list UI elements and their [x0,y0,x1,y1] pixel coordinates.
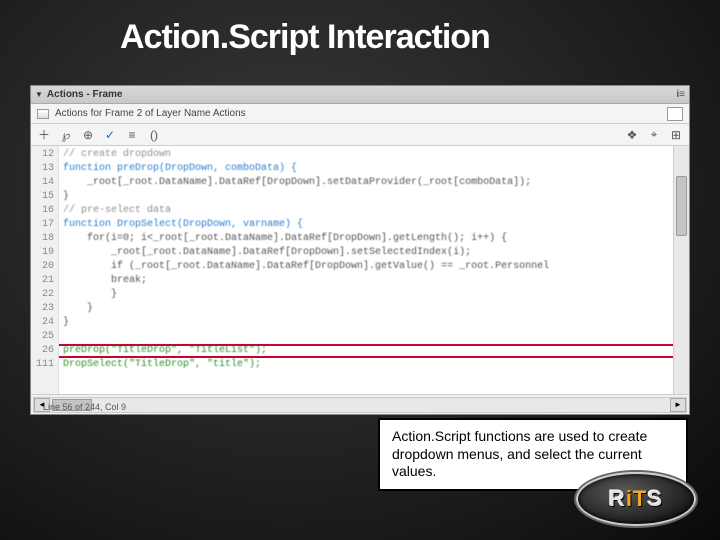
line-number: 23 [31,302,54,316]
line-number: 19 [31,246,54,260]
code-line[interactable]: break; [63,274,673,288]
hscroll-right-icon[interactable]: ► [670,398,686,412]
code-line[interactable]: } [63,288,673,302]
script-path-label: Actions for Frame 2 of Layer Name Action… [55,108,246,119]
scrollbar-thumb[interactable] [676,176,687,236]
code-line[interactable]: for(i=0; i<_root[_root.DataName].DataRef… [63,232,673,246]
panel-menu-icon[interactable]: i≡ [676,89,685,100]
line-number: 13 [31,162,54,176]
code-lines[interactable]: // create dropdownfunction preDrop(DropD… [59,146,673,394]
script-path-bar: Actions for Frame 2 of Layer Name Action… [31,104,689,124]
line-number: 17 [31,218,54,232]
help-icon[interactable]: ⊞ [669,128,683,142]
line-number: 111 [31,358,54,372]
code-line[interactable]: DropSelect("TitleDrop", "title"); [63,358,673,372]
line-number: 12 [31,148,54,162]
collapse-arrow-icon[interactable]: ▼ [35,90,43,99]
target-icon[interactable]: ⊕ [81,128,95,142]
actions-toolbar: ＋ ℘ ⊕ ✓ ≡ () ❖ ⌖ ⊞ [31,124,689,146]
rits-logo: RiTS [576,472,696,526]
code-line[interactable]: } [63,190,673,204]
wand-icon[interactable]: ℘ [59,128,73,142]
check-icon[interactable]: ✓ [103,128,117,142]
line-number: 16 [31,204,54,218]
cursor-status: Line 56 of 244, Col 9 [35,402,134,412]
line-number: 20 [31,260,54,274]
line-number: 14 [31,176,54,190]
code-line[interactable]: } [63,316,673,330]
code-line[interactable]: // pre-select data [63,204,673,218]
code-line[interactable]: } [63,302,673,316]
logo-text: RiTS [576,472,696,526]
code-line[interactable] [63,330,673,344]
line-number: 15 [31,190,54,204]
code-line[interactable]: _root[_root.DataName].DataRef[DropDown].… [63,246,673,260]
slide-title: Action.Script Interaction [120,18,490,57]
panel-title: Actions - Frame [47,89,123,100]
line-number: 18 [31,232,54,246]
line-number: 26 [31,344,54,358]
vertical-scrollbar[interactable] [673,146,689,394]
code-line[interactable]: if (_root[_root.DataName].DataRef[DropDo… [63,260,673,274]
pin-script-dropdown[interactable] [667,107,683,121]
line-number: 24 [31,316,54,330]
code-line[interactable]: _root[_root.DataName].DataRef[DropDown].… [63,176,673,190]
paren-icon[interactable]: () [147,128,161,142]
line-number: 22 [31,288,54,302]
code-editor[interactable]: 121314151617181920212223242526111 // cre… [31,146,689,394]
plus-icon[interactable]: ＋ [37,128,51,142]
code-line[interactable]: function preDrop(DropDown, comboData) { [63,162,673,176]
line-number: 25 [31,330,54,344]
panel-titlebar[interactable]: ▼ Actions - Frame i≡ [31,86,689,104]
actions-panel: ▼ Actions - Frame i≡ Actions for Frame 2… [30,85,690,415]
code-line[interactable]: // create dropdown [63,148,673,162]
line-gutter: 121314151617181920212223242526111 [31,146,59,394]
stack-icon [37,109,49,119]
code-line[interactable]: preDrop("TitleDrop", "TitleList"); [63,344,673,358]
format-icon[interactable]: ≡ [125,128,139,142]
line-number: 21 [31,274,54,288]
script-assist-icon[interactable]: ❖ [625,128,639,142]
code-line[interactable]: function DropSelect(DropDown, varname) { [63,218,673,232]
reference-icon[interactable]: ⌖ [647,128,661,142]
